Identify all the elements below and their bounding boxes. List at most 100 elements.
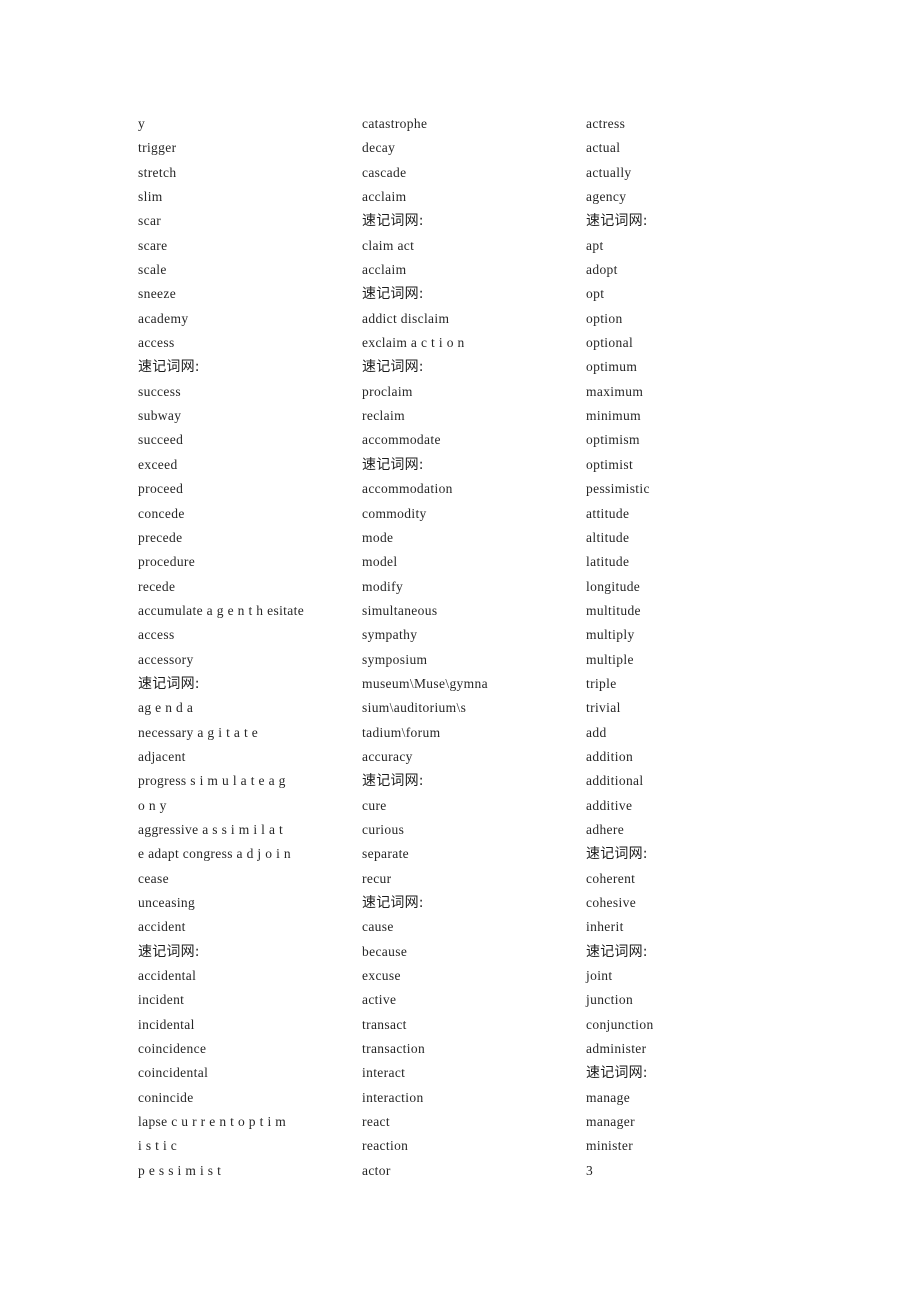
- vocabulary-entry: addict disclaim: [362, 310, 450, 326]
- vocabulary-entry: curious: [362, 821, 405, 837]
- vocabulary-entry: y: [138, 116, 146, 131]
- vocabulary-entry: opt: [586, 286, 605, 302]
- shorthand-label: 速记词网:: [138, 675, 200, 692]
- vocabulary-entry: junction: [586, 992, 634, 1008]
- vocabulary-entry: interaction: [362, 1089, 424, 1105]
- vocabulary-entry: proclaim: [362, 383, 413, 399]
- shorthand-label: 速记词网:: [138, 943, 200, 960]
- vocabulary-entry: actor: [362, 1162, 391, 1178]
- vocabulary-entry: access: [138, 627, 175, 643]
- shorthand-label: 速记词网:: [362, 895, 424, 911]
- vocabulary-entry: cause: [362, 919, 394, 935]
- vocabulary-entry: tadium\forum: [362, 724, 441, 740]
- vocabulary-entry: mode: [362, 529, 394, 545]
- vocabulary-entry: unceasing: [138, 895, 196, 910]
- vocabulary-entry: actress: [586, 116, 626, 131]
- vocabulary-columns: y trigger stretch slim scar scare scale sneeze a…: [138, 112, 838, 1183]
- vocabulary-entry: procedure: [138, 554, 196, 570]
- vocabulary-entry: minister: [586, 1138, 634, 1154]
- document-page: y trigger stretch slim scar scare scale sneeze a…: [0, 0, 920, 1302]
- shorthand-label: 速记词网:: [586, 213, 648, 230]
- vocabulary-entry: coincidental: [138, 1065, 209, 1081]
- vocabulary-entry: add: [586, 724, 607, 740]
- vocabulary-entry: succeed: [138, 432, 184, 448]
- vocabulary-entry: incident: [138, 992, 185, 1008]
- vocabulary-entry: exceed: [138, 456, 178, 472]
- vocabulary-entry: accidental: [138, 968, 197, 984]
- vocabulary-entry: claim act: [362, 237, 415, 253]
- shorthand-label: 速记词网:: [362, 456, 424, 473]
- vocabulary-entry: accessory: [138, 651, 194, 667]
- vocabulary-entry: minimum: [586, 408, 641, 424]
- shorthand-label: 速记词网:: [138, 359, 200, 376]
- vocabulary-column-1: y trigger stretch slim scar scare scale sneeze a…: [138, 112, 362, 1183]
- vocabulary-entry: actually: [586, 164, 632, 180]
- vocabulary-entry: separate: [362, 846, 410, 862]
- vocabulary-entry: interact: [362, 1065, 406, 1081]
- vocabulary-entry: manager: [586, 1114, 635, 1130]
- vocabulary-entry: reaction: [362, 1138, 409, 1154]
- vocabulary-entry: trivial: [586, 700, 621, 716]
- vocabulary-entry: cease: [138, 870, 169, 886]
- vocabulary-entry: because: [362, 943, 408, 959]
- vocabulary-entry: triple: [586, 675, 617, 691]
- vocabulary-entry: p e s s i m i s t: [138, 1162, 222, 1178]
- vocabulary-entry: latitude: [586, 554, 630, 570]
- vocabulary-entry: agency: [586, 189, 627, 205]
- vocabulary-entry: proceed: [138, 481, 184, 497]
- vocabulary-entry: concede: [138, 505, 185, 521]
- vocabulary-entry: accident: [138, 919, 186, 935]
- shorthand-label: 速记词网:: [362, 213, 424, 230]
- vocabulary-entry: additive: [586, 797, 633, 813]
- vocabulary-entry: option: [586, 310, 623, 326]
- vocabulary-entry: ag e n d a: [138, 700, 194, 716]
- vocabulary-entry: addition: [586, 748, 634, 764]
- vocabulary-entry: attitude: [586, 505, 630, 521]
- shorthand-label: 速记词网:: [362, 286, 424, 303]
- vocabulary-entry: cure: [362, 797, 387, 813]
- vocabulary-entry: transaction: [362, 1041, 426, 1057]
- shorthand-label: 速记词网:: [586, 1065, 648, 1082]
- vocabulary-entry: aggressive a s s i m i l a t: [138, 821, 284, 837]
- vocabulary-entry: reclaim: [362, 408, 405, 424]
- vocabulary-entry: transact: [362, 1016, 407, 1032]
- vocabulary-entry: e adapt congress a d j o i n: [138, 846, 292, 862]
- vocabulary-entry: excuse: [362, 968, 401, 984]
- vocabulary-entry: subway: [138, 408, 182, 424]
- vocabulary-entry: optimum: [586, 359, 638, 375]
- vocabulary-entry: slim: [138, 189, 163, 205]
- vocabulary-entry: maximum: [586, 383, 644, 399]
- vocabulary-entry: conincide: [138, 1089, 194, 1105]
- vocabulary-entry: longitude: [586, 578, 641, 594]
- vocabulary-entry: optional: [586, 335, 634, 351]
- vocabulary-entry: recede: [138, 578, 176, 594]
- vocabulary-entry: accumulate a g e n t h esitate: [138, 602, 305, 618]
- vocabulary-entry: progress s i m u l a t e a g: [138, 773, 286, 789]
- vocabulary-entry: coherent: [586, 870, 636, 886]
- vocabulary-entry: multiple: [586, 651, 634, 667]
- vocabulary-entry: access: [138, 335, 175, 351]
- vocabulary-entry: sympathy: [362, 627, 418, 643]
- vocabulary-entry: acclaim: [362, 189, 407, 205]
- shorthand-label: 速记词网:: [586, 943, 648, 960]
- vocabulary-entry: altitude: [586, 529, 630, 545]
- vocabulary-entry: symposium: [362, 651, 428, 667]
- vocabulary-entry: joint: [586, 968, 613, 984]
- vocabulary-entry: academy: [138, 310, 189, 326]
- vocabulary-entry: modify: [362, 578, 404, 594]
- vocabulary-entry: simultaneous: [362, 602, 438, 618]
- vocabulary-entry: optimist: [586, 456, 634, 472]
- vocabulary-entry: adhere: [586, 821, 625, 837]
- vocabulary-entry: o n y: [138, 797, 167, 813]
- vocabulary-entry: incidental: [138, 1016, 195, 1032]
- vocabulary-entry: coincidence: [138, 1041, 207, 1057]
- vocabulary-entry: exclaim a c t i o n: [362, 335, 465, 351]
- vocabulary-entry: scare: [138, 237, 168, 253]
- vocabulary-entry: active: [362, 992, 397, 1008]
- vocabulary-entry: accommodation: [362, 481, 453, 497]
- vocabulary-entry: optimism: [586, 432, 640, 448]
- vocabulary-entry: conjunction: [586, 1016, 654, 1032]
- vocabulary-entry: sneeze: [138, 286, 177, 302]
- vocabulary-entry: manage: [586, 1089, 631, 1105]
- vocabulary-entry: necessary a g i t a t e: [138, 724, 259, 740]
